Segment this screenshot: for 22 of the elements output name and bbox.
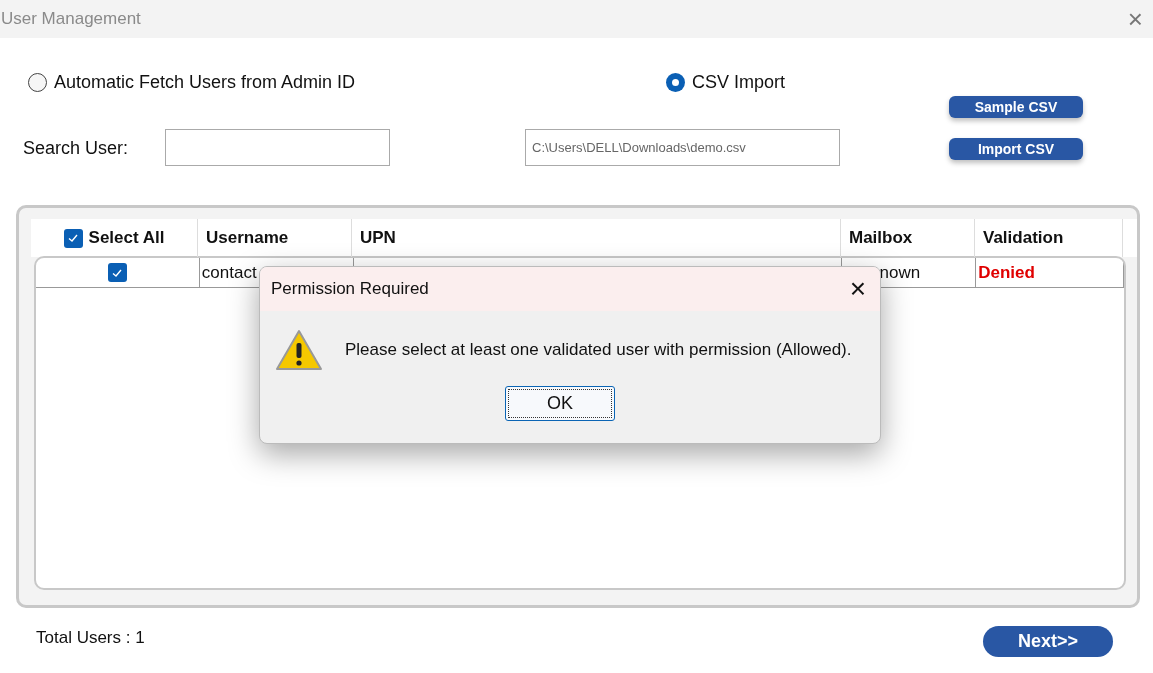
warning-icon [275, 329, 323, 371]
close-button[interactable]: × [849, 275, 866, 303]
import-csv-button[interactable]: Import CSV [949, 138, 1083, 160]
close-button[interactable]: × [1127, 6, 1143, 32]
radio-option[interactable]: Automatic Fetch Users from Admin ID [28, 69, 666, 96]
status-text: Denied [978, 261, 1035, 284]
field-label: Search User: [23, 137, 129, 160]
sample-csv-button[interactable]: Sample CSV [949, 96, 1083, 118]
path-field[interactable]: C:\Users\DELL\Downloads\demo.csv [525, 129, 840, 166]
checkbox[interactable] [107, 263, 127, 282]
dialog-title: Permission Required [271, 278, 429, 301]
radio-option[interactable]: CSV Import [666, 69, 786, 96]
search-field[interactable] [165, 129, 390, 166]
next-button[interactable]: Next>> [983, 626, 1113, 657]
window-title: User Management [1, 8, 141, 31]
checkbox[interactable] [63, 228, 83, 248]
dialog-message: Please select at least one validated user with permission (Allowed). [345, 339, 852, 362]
ok-button[interactable]: OK [505, 386, 615, 421]
table-cell-text: contact [201, 261, 257, 284]
total-users-text: Total Users : 1 [36, 627, 145, 649]
table-cell-text: nown [879, 261, 921, 284]
check-icon [67, 232, 80, 244]
